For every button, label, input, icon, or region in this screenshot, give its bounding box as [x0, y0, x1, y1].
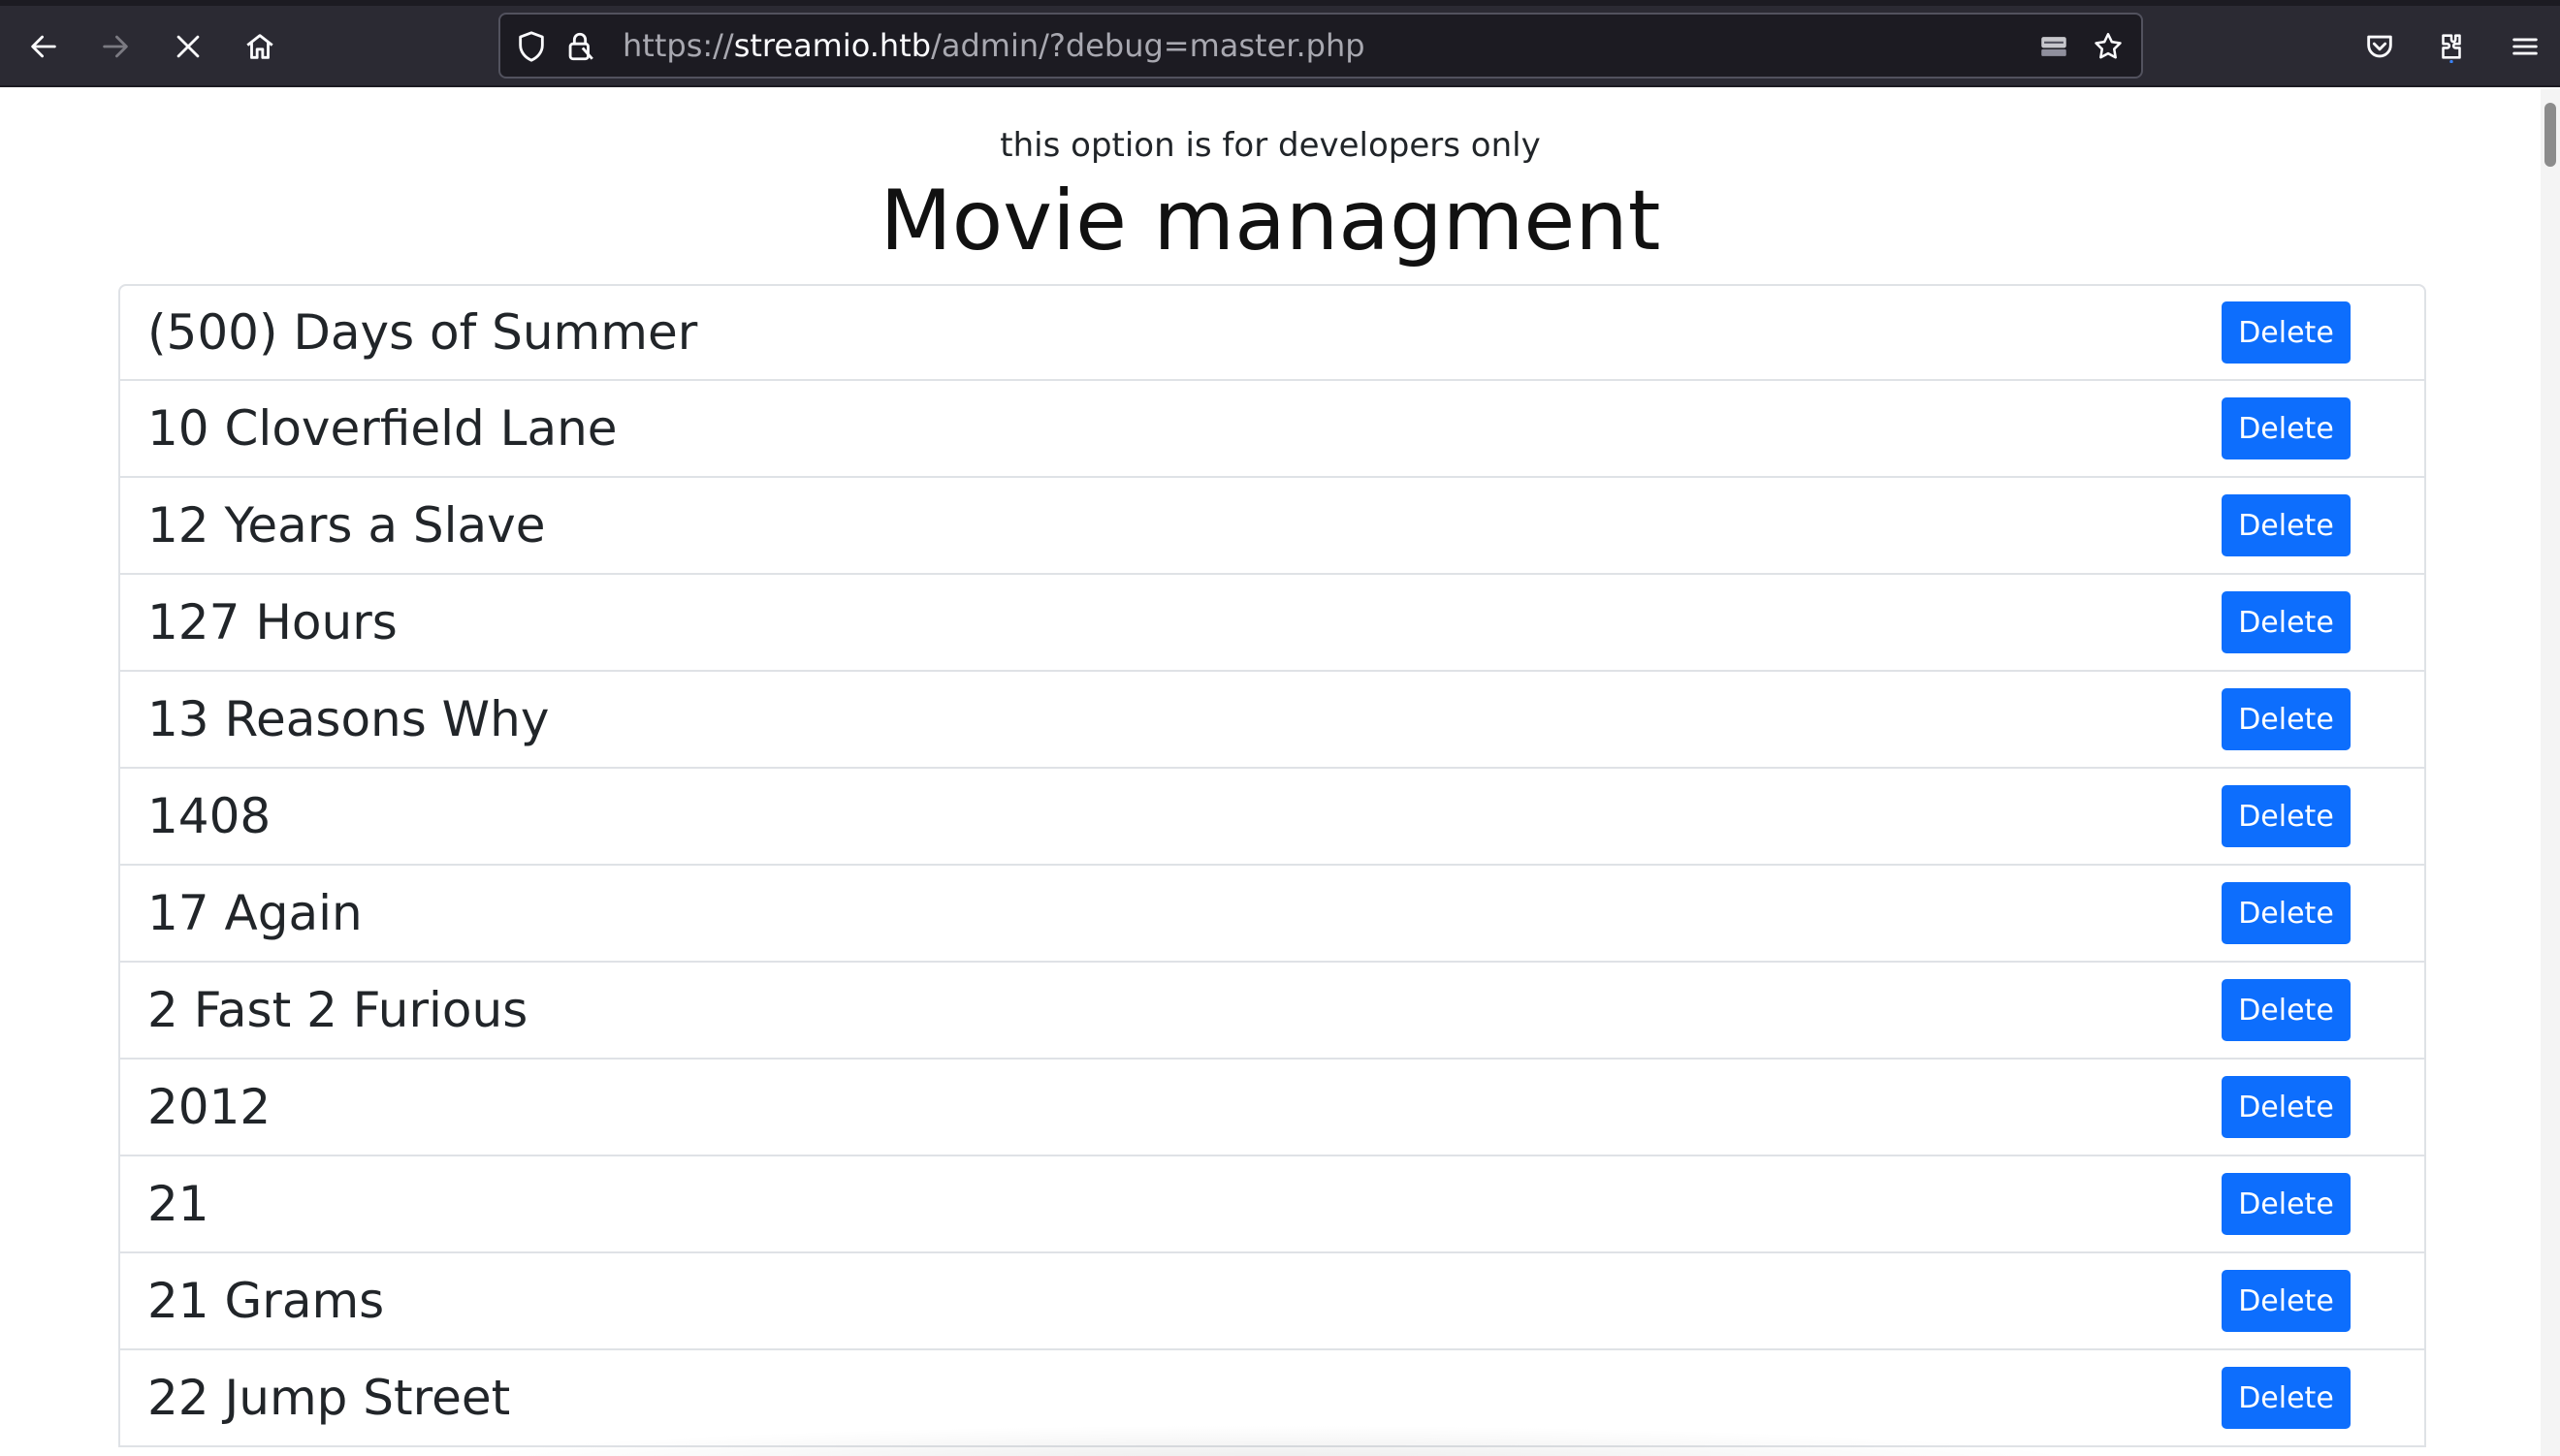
- delete-button[interactable]: Delete: [2222, 979, 2351, 1041]
- delete-button[interactable]: Delete: [2222, 591, 2351, 653]
- movie-title: (500) Days of Summer: [147, 304, 698, 361]
- back-button[interactable]: [16, 19, 71, 74]
- movie-title: 1408: [147, 788, 272, 844]
- delete-button[interactable]: Delete: [2222, 397, 2351, 459]
- tab-strip-edge: [0, 0, 2560, 6]
- movie-row: 22 Jump Street Delete: [118, 1350, 2426, 1447]
- movie-row: 13 Reasons Why Delete: [118, 672, 2426, 769]
- movie-title: 2012: [147, 1079, 272, 1135]
- extensions-button[interactable]: [2424, 19, 2479, 74]
- stop-loading-icon: [176, 35, 200, 58]
- pocket-button[interactable]: [2352, 19, 2407, 74]
- url-path: /admin/?debug=master.php: [931, 27, 1365, 64]
- movie-row: 17 Again Delete: [118, 866, 2426, 963]
- movie-row: (500) Days of Summer Delete: [118, 284, 2426, 381]
- tracking-protection-shield-icon[interactable]: [514, 29, 549, 64]
- bookmark-star-icon[interactable]: [2091, 29, 2126, 64]
- home-icon: [246, 34, 273, 59]
- movie-row: 1408 Delete: [118, 769, 2426, 866]
- movie-row: 2012 Delete: [118, 1060, 2426, 1156]
- movie-title: 10 Cloverfield Lane: [147, 400, 618, 457]
- home-button[interactable]: [233, 19, 287, 74]
- delete-button[interactable]: Delete: [2222, 1076, 2351, 1138]
- extensions-icon: [2442, 34, 2461, 63]
- movie-row: 2 Fast 2 Furious Delete: [118, 963, 2426, 1060]
- url-bar[interactable]: https://streamio.htb/admin/?debug=master…: [498, 13, 2143, 79]
- forward-button[interactable]: [88, 19, 143, 74]
- page-title: Movie managment: [880, 173, 1661, 269]
- delete-button[interactable]: Delete: [2222, 785, 2351, 847]
- back-arrow-icon: [31, 35, 56, 58]
- delete-button[interactable]: Delete: [2222, 1173, 2351, 1235]
- delete-button[interactable]: Delete: [2222, 1270, 2351, 1332]
- movie-row: 10 Cloverfield Lane Delete: [118, 381, 2426, 478]
- delete-button[interactable]: Delete: [2222, 494, 2351, 556]
- url-host: streamio.htb: [733, 27, 932, 64]
- url-scheme: https://: [623, 27, 734, 64]
- movie-row: 127 Hours Delete: [118, 575, 2426, 672]
- reader-view-icon[interactable]: [2036, 29, 2071, 64]
- movie-title: 17 Again: [147, 885, 363, 941]
- page-scrollbar[interactable]: [2541, 89, 2560, 1456]
- movie-title: 12 Years a Slave: [147, 497, 546, 554]
- movie-title: 13 Reasons Why: [147, 691, 550, 747]
- scrollbar-thumb[interactable]: [2544, 103, 2556, 167]
- stop-button[interactable]: [161, 19, 215, 74]
- movie-title: 21: [147, 1176, 209, 1232]
- app-menu-button[interactable]: [2498, 19, 2552, 74]
- movie-row: 12 Years a Slave Delete: [118, 478, 2426, 575]
- movie-title: 127 Hours: [147, 594, 398, 650]
- movie-list: (500) Days of Summer Delete 10 Cloverfie…: [118, 284, 2426, 1447]
- delete-button[interactable]: Delete: [2222, 688, 2351, 750]
- browser-toolbar: https://streamio.htb/admin/?debug=master…: [0, 0, 2560, 87]
- url-text[interactable]: https://streamio.htb/admin/?debug=master…: [623, 15, 1365, 77]
- movie-row: 21 Grams Delete: [118, 1253, 2426, 1350]
- movie-title: 21 Grams: [147, 1273, 385, 1329]
- movie-title: 2 Fast 2 Furious: [147, 982, 528, 1038]
- movie-title: 22 Jump Street: [147, 1370, 511, 1426]
- pocket-icon: [2367, 35, 2392, 58]
- delete-button[interactable]: Delete: [2222, 1367, 2351, 1429]
- delete-button[interactable]: Delete: [2222, 301, 2351, 364]
- insecure-lock-icon[interactable]: [562, 29, 597, 64]
- page-content: this option is for developers only Movie…: [0, 89, 2541, 1456]
- hamburger-menu-icon: [2512, 38, 2538, 55]
- movie-row: 21 Delete: [118, 1156, 2426, 1253]
- developer-notice: this option is for developers only: [1000, 126, 1541, 165]
- delete-button[interactable]: Delete: [2222, 882, 2351, 944]
- forward-arrow-icon: [103, 35, 128, 58]
